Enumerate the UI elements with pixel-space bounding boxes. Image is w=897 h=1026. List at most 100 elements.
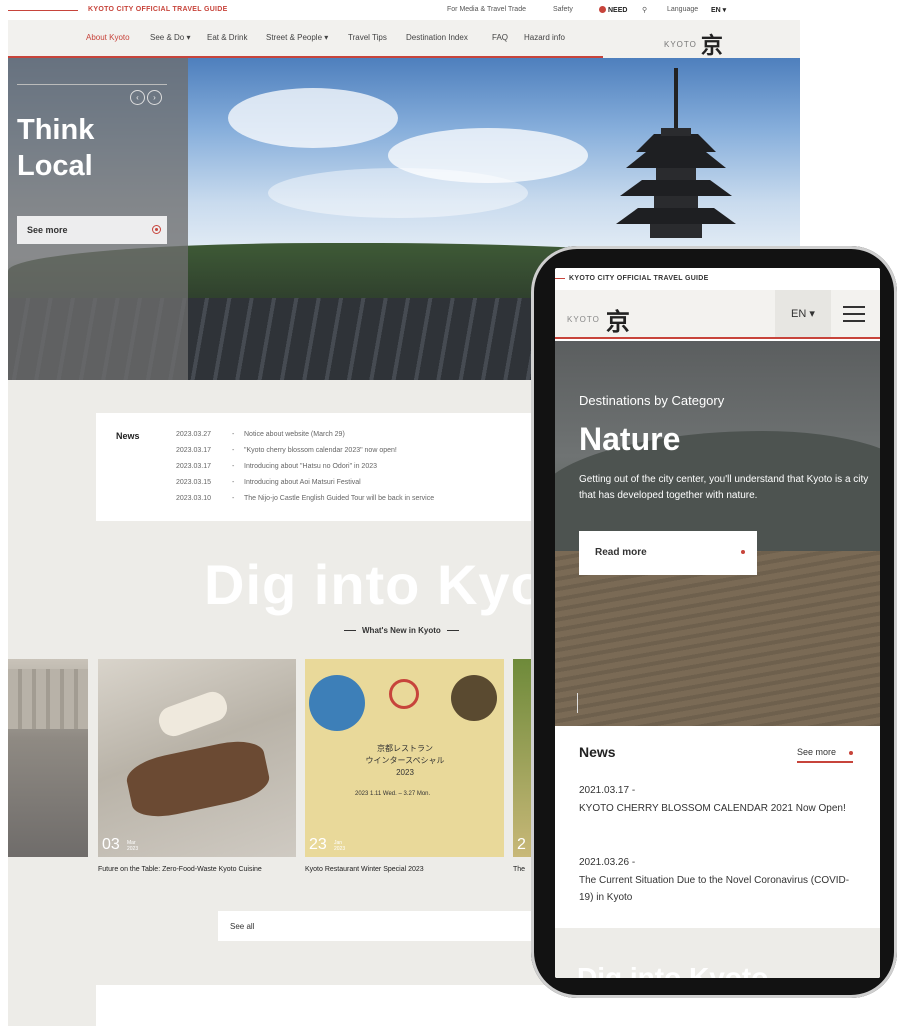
card-day: 23 — [309, 836, 327, 853]
news-item[interactable]: 2023.03.15- Introducing about Aoi Matsuri… — [176, 479, 361, 486]
brand-accent-line — [555, 278, 565, 279]
scroll-indicator — [577, 693, 578, 713]
phone-news-item[interactable]: 2021.03.17 - KYOTO CHERRY BLOSSOM CALEND… — [579, 782, 859, 817]
nav-faq[interactable]: FAQ — [492, 33, 508, 42]
phone-news-date: 2021.03.17 - — [579, 785, 636, 796]
news-text: Notice about website (March 29) — [244, 431, 345, 438]
circle-arrow-icon — [152, 225, 161, 234]
whats-new-heading: What's New in Kyoto — [338, 626, 465, 635]
phone-news-item[interactable]: 2021.03.26 - The Current Situation Due t… — [579, 854, 859, 906]
hero-title-line1: Think — [17, 114, 95, 146]
news-item[interactable]: 2023.03.17- "Kyoto cherry blossom calenda… — [176, 447, 397, 454]
hero-slider-controls: ‹ › — [130, 90, 162, 105]
news-date: 2023.03.10 — [176, 495, 212, 502]
nav-destination-index[interactable]: Destination Index — [406, 33, 468, 42]
logo-text: KYOTO — [664, 39, 697, 49]
news-panel: News 2023.03.27- Notice about website (Ma… — [96, 413, 546, 521]
phone-language-select[interactable]: EN ▾ — [775, 290, 831, 337]
hero-title-line2: Local — [17, 150, 93, 182]
news-date: 2023.03.15 — [176, 479, 212, 486]
phone-see-more-label: See more — [797, 747, 837, 757]
article-card[interactable]: 03 Mar 2023 — [98, 659, 296, 857]
news-date: 2023.03.17 — [176, 463, 212, 470]
top-utility-bar: KYOTO CITY OFFICIAL TRAVEL GUIDE For Med… — [8, 0, 800, 20]
news-text: Introducing about Aoi Matsuri Festival — [244, 479, 361, 486]
phone-hero-title: Nature — [579, 421, 681, 457]
hero-cloud — [228, 88, 398, 148]
news-date: 2023.03.17 — [176, 447, 212, 454]
dot-icon — [849, 751, 853, 755]
language-label: Language — [667, 6, 699, 13]
phone-site-brand: KYOTO CITY OFFICIAL TRAVEL GUIDE — [569, 275, 709, 282]
hero-title: Think Local — [17, 112, 177, 184]
phone-header: KYOTO 京 EN ▾ — [555, 290, 880, 339]
field-image — [555, 551, 880, 726]
phone-hero-subtitle: Destinations by Category — [579, 393, 725, 408]
media-link[interactable]: For Media & Travel Trade — [447, 6, 526, 13]
poster-dates: 2023 1.11 Wed. – 3.27 Mon. — [355, 791, 431, 797]
news-item[interactable]: 2023.03.10- The Nijo-jo Castle English Gu… — [176, 495, 434, 502]
phone-logo-kanji: 京 — [605, 307, 630, 336]
phone-top-bar: KYOTO CITY OFFICIAL TRAVEL GUIDE — [555, 268, 880, 290]
nav-see-do[interactable]: See & Do ▾ — [150, 33, 190, 42]
roll-image — [154, 687, 232, 741]
prev-arrow-icon[interactable]: ‹ — [130, 90, 145, 105]
card-month: Mar 2023 — [127, 840, 139, 852]
nav-eat-drink[interactable]: Eat & Drink — [207, 33, 247, 42]
brand-accent-line — [8, 10, 78, 11]
card-caption[interactable]: Kyoto Restaurant Winter Special 2023 — [305, 866, 424, 873]
news-text: Introducing about "Hatsu no Odori" in 20… — [244, 463, 377, 470]
language-value: EN — [711, 7, 721, 14]
hero-see-more-label: See more — [27, 225, 68, 235]
language-select[interactable]: EN ▾ — [711, 6, 726, 14]
hero-text-panel: ‹ › Think Local See more — [8, 58, 188, 380]
hero-cloud — [268, 168, 528, 218]
nav-about-kyoto[interactable]: About Kyoto — [86, 33, 130, 42]
phone-news-title: News — [579, 744, 616, 760]
phone-logo[interactable]: KYOTO 京 — [567, 302, 630, 337]
hero-divider — [17, 84, 167, 85]
card-caption[interactable]: The — [513, 866, 525, 873]
phone-next-section: Dig into Kyoto — [555, 928, 880, 978]
search-icon[interactable]: ⚲ — [642, 6, 647, 14]
bowl-image — [451, 675, 497, 721]
news-date: 2023.03.27 — [176, 431, 212, 438]
nav-hazard-info[interactable]: Hazard info — [524, 33, 565, 42]
card-day: 2 — [517, 836, 526, 853]
site-brand: KYOTO CITY OFFICIAL TRAVEL GUIDE — [88, 6, 228, 13]
main-navigation: About Kyoto See & Do ▾ Eat & Drink Stree… — [8, 20, 800, 59]
phone-news-section: News See more 2021.03.17 - KYOTO CHERRY … — [555, 726, 880, 928]
safety-link[interactable]: Safety — [553, 6, 573, 13]
next-arrow-icon[interactable]: › — [147, 90, 162, 105]
phone-news-text: KYOTO CHERRY BLOSSOM CALENDAR 2021 Now O… — [579, 803, 846, 814]
need-label: NEED — [608, 7, 628, 14]
food-image — [123, 735, 273, 823]
nav-street-people[interactable]: Street & People ▾ — [266, 33, 328, 42]
need-icon — [599, 6, 606, 13]
need-badge[interactable]: NEED — [599, 6, 627, 14]
plate-image — [309, 675, 365, 731]
read-more-button[interactable]: Read more — [579, 531, 757, 575]
article-card[interactable]: 京都レストラン ウインタースペシャル 2023 2023 1.11 Wed. –… — [305, 659, 504, 857]
news-label: News — [116, 431, 140, 441]
read-more-label: Read more — [595, 547, 647, 558]
news-item[interactable]: 2023.03.17- Introducing about "Hatsu no O… — [176, 463, 377, 470]
phone-news-date: 2021.03.26 - — [579, 857, 636, 868]
phone-logo-text: KYOTO — [567, 315, 600, 324]
poster-logo — [389, 679, 419, 709]
phone-see-more-link[interactable]: See more — [797, 747, 853, 763]
see-all-button[interactable]: See all — [218, 911, 538, 941]
card-day: 03 — [102, 836, 120, 853]
hero-see-more-button[interactable]: See more — [17, 216, 167, 244]
card-caption[interactable]: Future on the Table: Zero-Food-Waste Kyo… — [98, 866, 262, 873]
phone-news-text: The Current Situation Due to the Novel C… — [579, 875, 850, 903]
article-card[interactable] — [8, 659, 88, 857]
pagoda-image — [616, 68, 736, 238]
news-item[interactable]: 2023.03.27- Notice about website (March 2… — [176, 431, 345, 438]
news-text: "Kyoto cherry blossom calendar 2023" now… — [244, 447, 397, 454]
street-image — [8, 669, 88, 729]
phone-hero: Destinations by Category Nature Getting … — [555, 341, 880, 726]
hamburger-menu-icon[interactable] — [843, 306, 865, 322]
phone-frame: KYOTO CITY OFFICIAL TRAVEL GUIDE KYOTO 京… — [531, 246, 897, 998]
nav-travel-tips[interactable]: Travel Tips — [348, 33, 387, 42]
